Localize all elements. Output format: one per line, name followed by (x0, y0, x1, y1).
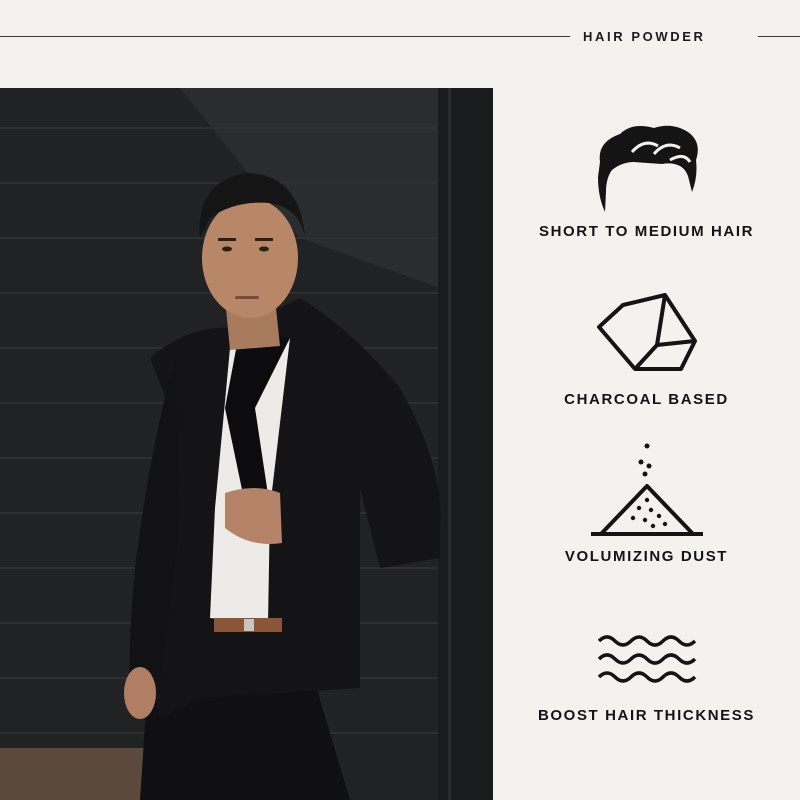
model-photo (0, 88, 493, 800)
feature-list: SHORT TO MEDIUM HAIR CHARCOAL BASED VOLU… (493, 88, 800, 800)
feature-label: SHORT TO MEDIUM HAIR (538, 223, 755, 240)
page-title: HAIR POWDER (583, 29, 706, 44)
feature-label: BOOST HAIR THICKNESS (537, 707, 755, 724)
feature-label: VOLUMIZING DUST (564, 548, 729, 565)
header-rule-left (0, 36, 570, 37)
charcoal-icon (596, 293, 697, 371)
feature-charcoal-based: CHARCOAL BASED (493, 293, 800, 408)
feature-short-to-medium-hair: SHORT TO MEDIUM HAIR (493, 122, 800, 240)
feature-boost-hair-thickness: BOOST HAIR THICKNESS (493, 633, 800, 724)
feature-volumizing-dust: VOLUMIZING DUST (493, 442, 800, 565)
wave-icon (597, 635, 696, 683)
hair-icon (597, 125, 698, 212)
header-rule-right (758, 36, 800, 37)
feature-label: CHARCOAL BASED (564, 391, 729, 408)
dust-icon (590, 443, 703, 536)
